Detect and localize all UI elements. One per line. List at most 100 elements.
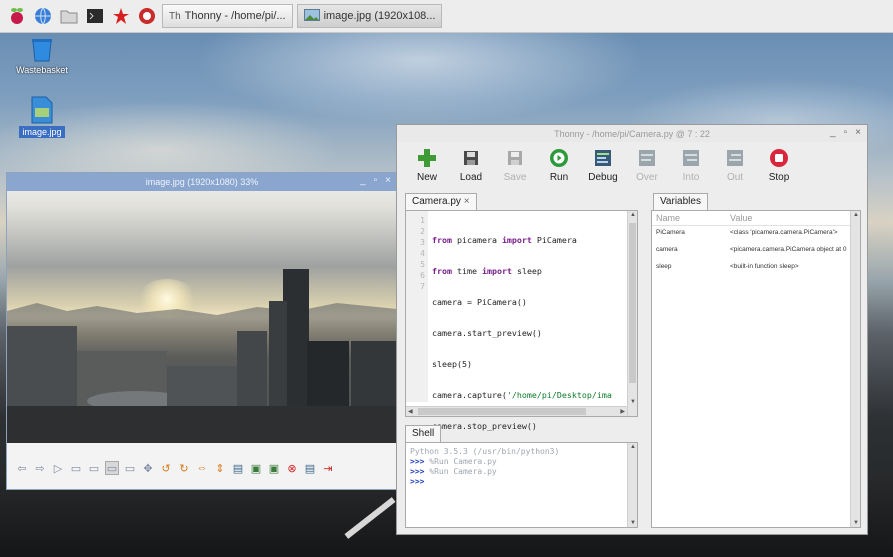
scroll-left-icon[interactable]: ◀	[408, 408, 413, 415]
window-title: Thonny - /home/pi/Camera.py @ 7 : 22	[554, 128, 710, 139]
web-browser-icon[interactable]	[32, 5, 54, 27]
task-image-viewer[interactable]: image.jpg (1920x108...	[296, 4, 443, 28]
stop-button[interactable]: Stop	[759, 142, 799, 183]
variable-row[interactable]: sleep <built-in function sleep>	[652, 260, 860, 277]
scroll-right-icon[interactable]: ▶	[620, 408, 625, 415]
new-label: New	[416, 172, 437, 183]
variable-row[interactable]: PiCamera <class 'picamera.camera.PiCamer…	[652, 226, 860, 243]
scroll-down-icon[interactable]: ▼	[853, 520, 859, 526]
maximize-button[interactable]: ▫	[844, 127, 848, 138]
save-file-icon	[504, 147, 526, 169]
variable-value: <class 'picamera.camera.PiCamera'>	[730, 229, 838, 236]
scroll-down-icon[interactable]: ▼	[630, 520, 636, 526]
tab-close-icon[interactable]: ×	[464, 196, 470, 207]
editor-horizontal-scrollbar[interactable]: ◀ ▶	[406, 406, 627, 416]
flip-vertical-icon[interactable]: ⇕	[213, 461, 227, 475]
variable-value: <picamera.camera.PiCamera object at 0	[730, 246, 847, 253]
shell-output[interactable]: Python 3.5.3 (/usr/bin/python3) >>> %Run…	[410, 447, 559, 487]
shell-current-prompt[interactable]: >>>	[410, 477, 424, 486]
shell-panel[interactable]: Python 3.5.3 (/usr/bin/python3) >>> %Run…	[405, 442, 638, 528]
variable-name: sleep	[656, 263, 672, 270]
photo-skyline	[7, 269, 397, 443]
scroll-up-icon[interactable]: ▲	[853, 212, 859, 218]
new-button[interactable]: New	[407, 142, 447, 183]
fit-window-icon[interactable]: ▭	[105, 461, 119, 475]
original-size-icon[interactable]: ▭	[123, 461, 137, 475]
quit-icon[interactable]: ⇥	[321, 461, 335, 475]
tab-camera-py[interactable]: Camera.py ×	[405, 193, 477, 211]
desktop-icon-label: image.jpg	[19, 126, 65, 138]
code-token: camera.capture(	[432, 390, 507, 400]
terminal-icon[interactable]	[84, 5, 106, 27]
slideshow-icon[interactable]: ▷	[51, 461, 65, 475]
shell-input-line: >>>	[410, 477, 559, 487]
flip-horizontal-icon[interactable]: ⇔	[195, 461, 209, 475]
raspberry-menu-icon[interactable]	[6, 5, 28, 27]
scroll-thumb[interactable]	[629, 223, 636, 383]
file-manager-icon[interactable]	[58, 5, 80, 27]
close-button[interactable]: ×	[385, 175, 391, 186]
run-icon	[548, 147, 570, 169]
task-thonny-label: Thonny - /home/pi/...	[184, 10, 286, 22]
new-file-icon	[416, 147, 438, 169]
scroll-up-icon[interactable]: ▲	[630, 444, 636, 450]
rotate-right-icon[interactable]: ↻	[177, 461, 191, 475]
maximize-button[interactable]: ▫	[374, 175, 378, 186]
editor-vertical-scrollbar[interactable]: ▲ ▼	[627, 211, 637, 416]
save-as-icon[interactable]: ▣	[267, 461, 281, 475]
save-image-icon[interactable]: ▣	[249, 461, 263, 475]
tab-shell[interactable]: Shell	[405, 425, 442, 443]
run-button[interactable]: Run	[539, 142, 579, 183]
tab-variables[interactable]: Variables	[653, 193, 708, 211]
save-button[interactable]: Save	[495, 142, 535, 183]
shell-scrollbar[interactable]: ▲ ▼	[627, 443, 637, 527]
shell-prompt: >>>	[410, 467, 425, 476]
code-text[interactable]: from picamera import PiCamera from time …	[432, 215, 623, 452]
preferences-icon[interactable]: ▤	[303, 461, 317, 475]
variables-scrollbar[interactable]: ▲ ▼	[850, 211, 860, 527]
close-button[interactable]: ×	[855, 127, 861, 138]
variable-name: PiCamera	[656, 229, 685, 236]
delete-image-icon[interactable]: ⊗	[285, 461, 299, 475]
load-file-icon	[460, 147, 482, 169]
step-over-icon	[636, 147, 658, 169]
desktop-icon-wastebasket[interactable]: Wastebasket	[12, 36, 72, 76]
variable-value: <built-in function sleep>	[730, 263, 799, 270]
debug-button[interactable]: Debug	[583, 142, 623, 183]
line-number: 7	[420, 282, 425, 291]
zoom-out-icon[interactable]: ▭	[69, 461, 83, 475]
fullscreen-icon[interactable]: ✥	[141, 461, 155, 475]
code-token: from	[432, 266, 452, 276]
previous-image-icon[interactable]: ⇦	[15, 461, 29, 475]
column-value: Value	[730, 213, 753, 223]
code-token: import	[501, 235, 532, 245]
variable-row[interactable]: camera <picamera.camera.PiCamera object …	[652, 243, 860, 260]
step-out-button[interactable]: Out	[715, 142, 755, 183]
image-viewer-app-icon	[303, 8, 320, 24]
mathematica-icon[interactable]	[110, 5, 132, 27]
thonny-titlebar[interactable]: Thonny - /home/pi/Camera.py @ 7 : 22 _ ▫…	[397, 125, 867, 142]
load-button[interactable]: Load	[451, 142, 491, 183]
code-line: camera = PiCamera()	[432, 297, 623, 308]
minimize-button[interactable]: _	[360, 175, 366, 186]
thonny-window: Thonny - /home/pi/Camera.py @ 7 : 22 _ ▫…	[396, 124, 868, 535]
scroll-thumb[interactable]	[418, 408, 586, 415]
code-token: sleep(5)	[432, 359, 472, 369]
step-over-button[interactable]: Over	[627, 142, 667, 183]
scroll-down-icon[interactable]: ▼	[630, 399, 636, 405]
variables-panel: Name Value PiCamera <class 'picamera.cam…	[651, 210, 861, 528]
minimize-button[interactable]: _	[830, 127, 836, 138]
scroll-up-icon[interactable]: ▲	[630, 212, 636, 218]
step-into-button[interactable]: Into	[671, 142, 711, 183]
desktop-icon-image[interactable]: image.jpg	[12, 96, 72, 138]
rotate-left-icon[interactable]: ↺	[159, 461, 173, 475]
image-viewer-titlebar[interactable]: image.jpg (1920x1080) 33% _ ▫ ×	[7, 173, 397, 191]
next-image-icon[interactable]: ⇨	[33, 461, 47, 475]
task-thonny[interactable]: Th Thonny - /home/pi/...	[162, 4, 293, 28]
code-editor[interactable]: 1 2 3 4 5 6 7 from picamera import PiCam…	[405, 210, 638, 431]
step-out-label: Out	[726, 172, 744, 183]
open-file-icon[interactable]: ▤	[231, 461, 245, 475]
stop-icon	[768, 147, 790, 169]
wolfram-icon[interactable]	[136, 5, 158, 27]
zoom-in-icon[interactable]: ▭	[87, 461, 101, 475]
